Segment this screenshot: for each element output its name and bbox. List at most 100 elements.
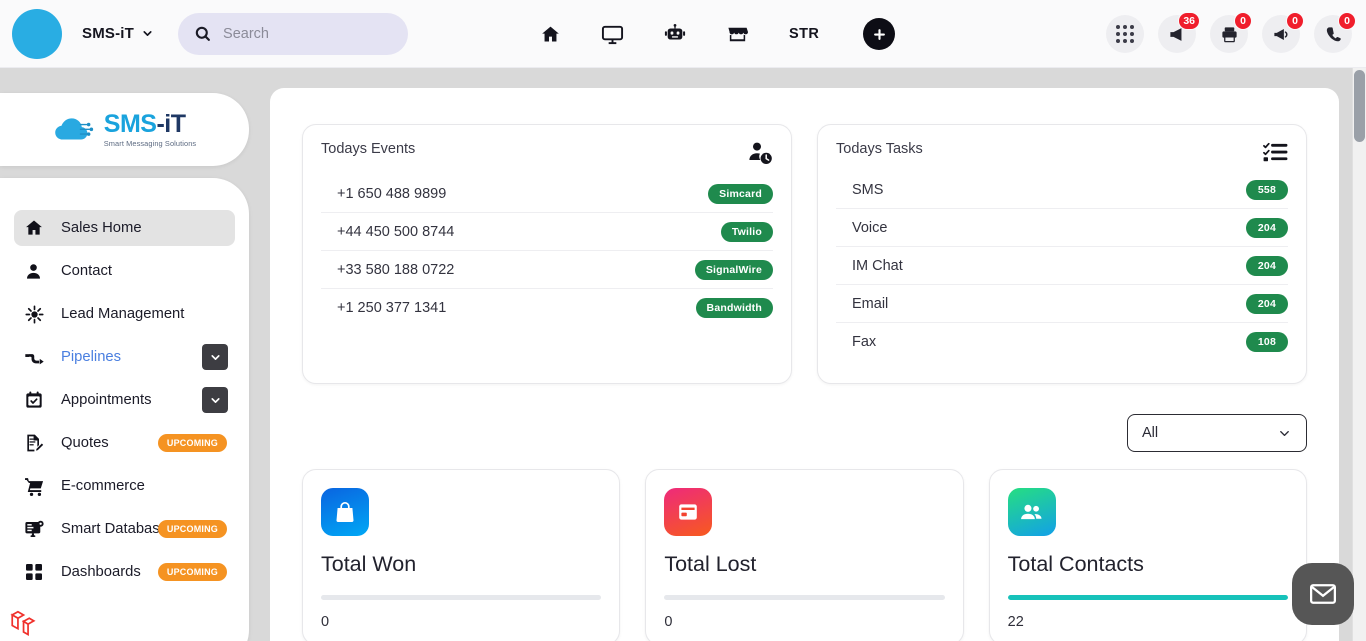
chevron-down-icon	[1277, 426, 1292, 441]
home-icon[interactable]	[540, 24, 561, 45]
page-scrollbar-thumb[interactable]	[1354, 70, 1365, 142]
task-label: Fax	[852, 334, 877, 350]
search-box[interactable]	[178, 12, 409, 55]
filter-value: All	[1142, 425, 1159, 441]
sidebar-item-contact[interactable]: Contact	[14, 253, 235, 289]
list-item[interactable]: SMS 558	[836, 171, 1288, 209]
sidebar-item-sales-home[interactable]: Sales Home	[14, 210, 235, 246]
list-item[interactable]: +44 450 500 8744 Twilio	[321, 213, 773, 251]
task-label: IM Chat	[852, 257, 903, 274]
search-icon	[194, 25, 211, 42]
top-nav-icon-group: STR	[540, 0, 896, 68]
home-icon	[24, 218, 50, 238]
stat-card-total-contacts: Total Contacts 22	[988, 469, 1307, 641]
task-count-badge: 108	[1245, 332, 1288, 352]
page-scrollbar-track[interactable]	[1352, 68, 1366, 641]
sidebar-item-lead-management[interactable]: Lead Management	[14, 296, 235, 332]
event-phone: +1 250 377 1341	[337, 300, 447, 316]
sidebar-item-appointments[interactable]: Appointments	[14, 382, 235, 418]
tasks-list: SMS 558 Voice 204 IM Chat 204 Email 204 …	[836, 171, 1288, 361]
sidebar-item-ecommerce[interactable]: E-commerce	[14, 468, 235, 504]
top-bar-actions: 36 0 0 0	[1106, 0, 1356, 68]
card-title: Todays Tasks	[836, 141, 923, 157]
sidebar-item-label: Smart Database	[61, 521, 168, 537]
sms-it-cloud-icon	[54, 117, 93, 140]
shopping-cart-icon	[24, 476, 50, 497]
task-count-badge: 204	[1245, 217, 1288, 238]
list-item[interactable]: IM Chat 204	[836, 247, 1288, 285]
phone-icon[interactable]: 0	[1314, 12, 1356, 53]
upcoming-badge: UPCOMING	[157, 563, 227, 581]
pipeline-filter-select[interactable]: All	[1127, 414, 1307, 452]
person-icon	[24, 262, 50, 281]
megaphone-badge: 36	[1178, 12, 1200, 30]
envelope-icon	[1310, 584, 1336, 604]
stat-card-total-won: Total Won 0	[302, 469, 621, 641]
add-button[interactable]	[863, 18, 896, 50]
checklist-icon	[1263, 141, 1288, 163]
provider-badge: SignalWire	[694, 259, 773, 280]
sidebar-item-label: Appointments	[61, 392, 152, 408]
provider-badge: Bandwidth	[695, 298, 773, 318]
laravel-logo-icon	[10, 610, 36, 637]
list-item[interactable]: +1 650 488 9899 Simcard	[321, 175, 773, 213]
apps-grid-icon[interactable]	[1106, 15, 1144, 53]
stat-cards-row: Total Won 0 Total Lost 0 Total Contacts	[270, 452, 1339, 641]
brand-avatar[interactable]	[12, 8, 62, 59]
sidebar-item-label: Contact	[61, 263, 112, 279]
dashboard-grid-icon	[24, 562, 50, 582]
monitor-icon[interactable]	[601, 23, 624, 46]
sidebar-item-label: Lead Management	[61, 306, 185, 322]
list-item[interactable]: +33 580 188 0722 SignalWire	[321, 251, 773, 289]
todays-tasks-card: Todays Tasks SMS 558 Voice 204 IM Chat 2…	[817, 124, 1307, 384]
logo-wordmark: SMS-iT	[103, 109, 186, 138]
database-screen-icon	[24, 519, 50, 540]
provider-badge: Simcard	[708, 183, 773, 204]
message-fab-button[interactable]	[1292, 563, 1354, 625]
event-phone: +44 450 500 8744	[337, 223, 455, 240]
event-phone: +1 650 488 9899	[337, 185, 447, 202]
stat-title: Total Won	[321, 552, 417, 576]
sidebar-item-label: Quotes	[61, 435, 109, 451]
brand-name[interactable]: SMS-iT	[82, 25, 134, 42]
progress-bar	[1007, 595, 1288, 600]
announcement-badge: 0	[1286, 12, 1304, 30]
sidebar-item-pipelines[interactable]: Pipelines	[14, 339, 235, 375]
logo-tagline: Smart Messaging Solutions	[103, 138, 197, 148]
task-label: SMS	[852, 181, 884, 198]
robot-icon[interactable]	[664, 23, 686, 45]
store-icon[interactable]	[726, 23, 749, 46]
quote-doc-icon	[24, 433, 50, 453]
sidebar-item-smart-database[interactable]: Smart Database UPCOMING	[14, 511, 235, 547]
list-item[interactable]: Fax 108	[836, 323, 1288, 361]
task-label: Email	[852, 295, 889, 312]
task-count-badge: 204	[1245, 293, 1288, 314]
pipeline-icon	[24, 347, 50, 368]
sidebar-item-dashboards[interactable]: Dashboards UPCOMING	[14, 554, 235, 590]
stat-title: Total Contacts	[1007, 552, 1144, 576]
upcoming-badge: UPCOMING	[157, 520, 227, 538]
event-phone: +33 580 188 0722	[337, 261, 455, 278]
shopping-bag-icon	[321, 488, 369, 536]
sidebar-item-label: E-commerce	[61, 478, 145, 494]
printer-icon[interactable]: 0	[1210, 12, 1252, 53]
chevron-down-icon[interactable]	[202, 344, 228, 370]
list-item[interactable]: Voice 204	[836, 209, 1288, 247]
megaphone-icon[interactable]: 36	[1158, 12, 1200, 53]
list-item[interactable]: Email 204	[836, 285, 1288, 323]
progress-bar	[664, 595, 945, 600]
printer-badge: 0	[1234, 12, 1252, 30]
sidebar-item-label: Sales Home	[61, 220, 142, 236]
chevron-down-icon[interactable]	[202, 387, 228, 413]
search-input[interactable]	[223, 25, 384, 42]
sidebar-item-quotes[interactable]: Quotes UPCOMING	[14, 425, 235, 461]
announcement-icon[interactable]: 0	[1262, 12, 1304, 53]
sidebar-logo[interactable]: SMS-iT Smart Messaging Solutions	[0, 93, 249, 166]
calendar-check-icon	[24, 390, 50, 410]
events-list: +1 650 488 9899 Simcard +44 450 500 8744…	[321, 175, 773, 327]
todays-events-card: Todays Events +1 650 488 9899 Simcard +4…	[302, 124, 792, 384]
list-item[interactable]: +1 250 377 1341 Bandwidth	[321, 289, 773, 327]
chevron-down-icon[interactable]	[141, 27, 154, 40]
str-label[interactable]: STR	[789, 26, 819, 42]
stat-card-total-lost: Total Lost 0	[645, 469, 964, 641]
